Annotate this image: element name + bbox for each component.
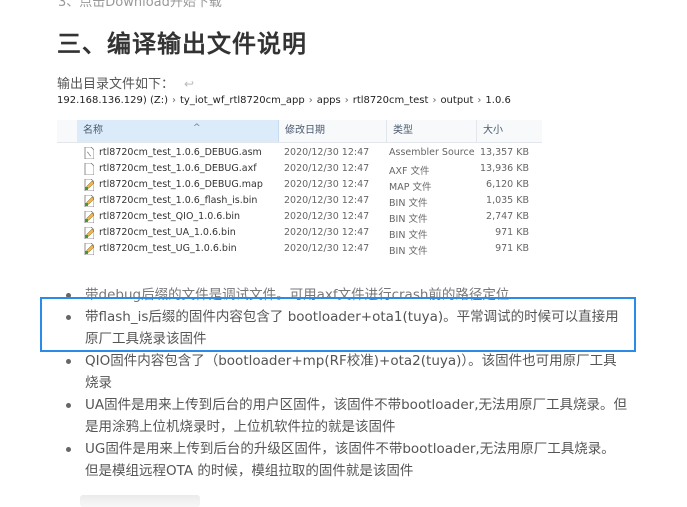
file-size: 13,357 KB (479, 147, 529, 158)
list-item-text: QIO固件内容包含了（bootloader+mp(RF校准)+ota2(tuya… (85, 353, 617, 391)
bullet-dot-icon (66, 293, 71, 298)
section-heading: 三、编译输出文件说明 (57, 30, 307, 58)
breadcrumb-separator-icon: › (172, 95, 176, 106)
list-item: 带debug后缀的文件是调试文件。可用axf文件进行crash前的路径定位 (57, 284, 627, 306)
file-row[interactable]: rtl8720cm_test_1.0.6_DEBUG.axf 2020/12/3… (57, 161, 542, 177)
file-type: AXF 文件 (389, 166, 430, 177)
intro-text: 输出目录文件如下： (57, 77, 175, 92)
breadcrumb-separator-icon: › (477, 95, 482, 106)
file-date: 2020/12/30 12:47 (284, 227, 370, 238)
list-item-text: 带flash_is后缀的固件内容包含了 bootloader+ota1(tuya… (85, 309, 619, 347)
partial-next-heading (80, 495, 200, 507)
list-item: 带flash_is后缀的固件内容包含了 bootloader+ota1(tuya… (57, 306, 627, 350)
file-size: 13,936 KB (479, 163, 529, 174)
file-row[interactable]: rtl8720cm_test_UG_1.0.6.bin 2020/12/30 1… (57, 241, 542, 257)
breadcrumb-segment[interactable]: 192.168.136.129) (Z:) (57, 95, 168, 106)
explanation-list: 带debug后缀的文件是调试文件。可用axf文件进行crash前的路径定位 带f… (57, 284, 627, 482)
bullet-dot-icon (66, 447, 71, 452)
breadcrumb-segment[interactable]: apps (317, 95, 341, 106)
file-type: MAP 文件 (389, 182, 432, 193)
column-date[interactable]: 修改日期 (279, 120, 387, 142)
file-type: Assembler Source (389, 147, 475, 158)
file-list: rtl8720cm_test_1.0.6_DEBUG.asm 2020/12/3… (57, 145, 542, 257)
file-date: 2020/12/30 12:47 (284, 163, 370, 174)
file-date: 2020/12/30 12:47 (284, 179, 370, 190)
file-name: rtl8720cm_test_UG_1.0.6.bin (99, 243, 237, 254)
file-name: rtl8720cm_test_1.0.6_DEBUG.map (99, 179, 263, 190)
breadcrumb-segment[interactable]: ty_iot_wf_rtl8720cm_app (180, 95, 305, 106)
file-date: 2020/12/30 12:47 (284, 195, 370, 206)
intro-paragraph: 输出目录文件如下： ↩ (57, 73, 194, 92)
breadcrumb-segment[interactable]: 1.0.6 (485, 95, 510, 106)
file-size: 1,035 KB (486, 195, 529, 206)
file-name: rtl8720cm_test_1.0.6_DEBUG.asm (99, 147, 262, 158)
file-name: rtl8720cm_test_UA_1.0.6.bin (99, 227, 236, 238)
column-header-row: 名称 ^ ⌄ 修改日期 类型 大小 (57, 120, 542, 143)
edit-file-icon (84, 211, 94, 223)
list-item: UG固件是用来上传到后台的升级区固件，该固件不带bootloader,无法用原厂… (57, 438, 627, 482)
file-type: BIN 文件 (389, 198, 428, 209)
file-row[interactable]: rtl8720cm_test_QIO_1.0.6.bin 2020/12/30 … (57, 209, 542, 225)
file-row[interactable]: rtl8720cm_test_1.0.6_DEBUG.map 2020/12/3… (57, 177, 542, 193)
file-size: 6,120 KB (486, 179, 529, 190)
file-type: BIN 文件 (389, 246, 428, 257)
file-name: rtl8720cm_test_QIO_1.0.6.bin (99, 211, 241, 222)
file-type: BIN 文件 (389, 214, 428, 225)
file-date: 2020/12/30 12:47 (284, 243, 370, 254)
file-type: BIN 文件 (389, 230, 428, 241)
list-item: QIO固件内容包含了（bootloader+mp(RF校准)+ota2(tuya… (57, 350, 627, 394)
edit-file-icon (84, 227, 94, 239)
file-name: rtl8720cm_test_1.0.6_flash_is.bin (99, 195, 258, 206)
list-item-text: UA固件是用来上传到后台的用户区固件，该固件不带bootloader,无法用原厂… (85, 397, 627, 435)
column-name-label: 名称 (83, 125, 103, 136)
blank-file-icon (84, 163, 94, 175)
partial-previous-line: 3、点击Download开始下载 (58, 0, 222, 9)
column-size[interactable]: 大小 (477, 120, 542, 142)
file-row[interactable]: rtl8720cm_test_1.0.6_DEBUG.asm 2020/12/3… (57, 145, 542, 161)
file-date: 2020/12/30 12:47 (284, 211, 370, 222)
return-mark-icon: ↩ (184, 77, 195, 91)
sort-up-icon: ^ (193, 123, 201, 133)
breadcrumb-segment[interactable]: output (440, 95, 473, 106)
file-size: 971 KB (495, 227, 529, 238)
bullet-dot-icon (66, 359, 71, 364)
file-date: 2020/12/30 12:47 (284, 147, 370, 158)
file-explorer-screenshot: 192.168.136.129) (Z:) › ty_iot_wf_rtl8720c… (57, 93, 542, 273)
list-item-text: UG固件是用来上传到后台的升级区固件，该固件不带bootloader,无法用原厂… (85, 441, 615, 479)
file-name: rtl8720cm_test_1.0.6_DEBUG.axf (99, 163, 257, 174)
edit-file-icon (84, 195, 94, 207)
list-item: UA固件是用来上传到后台的用户区固件，该固件不带bootloader,无法用原厂… (57, 394, 627, 438)
edit-file-icon (84, 243, 94, 255)
address-bar: 192.168.136.129) (Z:) › ty_iot_wf_rtl8720c… (57, 95, 542, 113)
file-size: 971 KB (495, 243, 529, 254)
file-row[interactable]: rtl8720cm_test_UA_1.0.6.bin 2020/12/30 1… (57, 225, 542, 241)
column-name[interactable]: 名称 ^ ⌄ (77, 120, 293, 142)
file-size: 2,747 KB (486, 211, 529, 222)
asm-file-icon (84, 147, 94, 159)
file-row[interactable]: rtl8720cm_test_1.0.6_flash_is.bin 2020/1… (57, 193, 542, 209)
bullet-dot-icon (66, 403, 71, 408)
column-type[interactable]: 类型 (387, 120, 477, 142)
breadcrumb-separator-icon: › (432, 95, 437, 106)
breadcrumb-separator-icon: › (344, 95, 349, 106)
breadcrumb-segment[interactable]: rtl8720cm_test (353, 95, 429, 106)
edit-file-icon (84, 179, 94, 191)
breadcrumb-separator-icon: › (308, 95, 313, 106)
list-item-text: 带debug后缀的文件是调试文件。可用axf文件进行crash前的路径定位 (85, 287, 510, 303)
bullet-dot-icon (66, 315, 71, 320)
